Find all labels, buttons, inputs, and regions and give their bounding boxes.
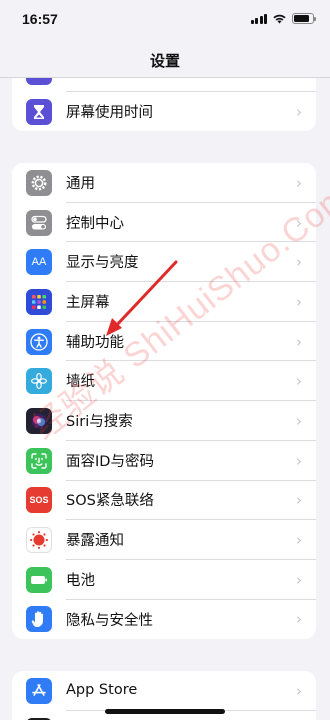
- settings-group-main: 通用 › 控制中心 › AA 显示与亮度 › 主屏幕 › 辅助功能 › 墙纸 ›…: [12, 163, 316, 640]
- settings-row-label: 墙纸: [66, 361, 316, 402]
- settings-row-exposure[interactable]: 暴露通知 ›: [12, 520, 316, 560]
- chevron-right-icon: ›: [296, 332, 302, 351]
- wifi-icon: [273, 14, 286, 24]
- chevron-right-icon: ›: [296, 173, 302, 192]
- chevron-right-icon: ›: [296, 213, 302, 232]
- status-icons: [250, 13, 316, 24]
- app-store-icon: [26, 677, 52, 704]
- settings-row-general[interactable]: 通用 ›: [12, 163, 316, 203]
- toggles-icon: [26, 209, 52, 236]
- settings-row-label: SOS紧急联络: [66, 481, 316, 521]
- settings-row-app-store[interactable]: App Store ›: [12, 671, 316, 711]
- battery-icon: [26, 566, 52, 593]
- settings-row-home-screen[interactable]: 主屏幕 ›: [12, 282, 316, 322]
- chevron-right-icon: ›: [296, 570, 302, 589]
- battery-status-icon: [292, 13, 316, 24]
- chevron-right-icon: ›: [296, 531, 302, 550]
- chevron-right-icon: ›: [296, 681, 302, 700]
- page-title: 设置: [149, 52, 180, 70]
- settings-row-face-id[interactable]: 面容ID与密码 ›: [12, 441, 316, 481]
- chevron-right-icon: ›: [296, 451, 302, 470]
- settings-row-label: 控制中心: [66, 203, 316, 243]
- chevron-right-icon: ›: [296, 253, 302, 272]
- settings-row-label: 主屏幕: [66, 282, 316, 322]
- nav-bar: 设置: [0, 40, 330, 78]
- chevron-right-icon: ›: [296, 372, 302, 391]
- status-time: 16:57: [22, 11, 58, 27]
- settings-row-label: 显示与亮度: [66, 242, 316, 283]
- chevron-right-icon: ›: [296, 610, 302, 629]
- settings-row-label: 通用: [66, 163, 316, 203]
- home-indicator: [105, 709, 225, 714]
- chevron-right-icon: ›: [296, 292, 302, 311]
- settings-row-battery[interactable]: 电池 ›: [12, 560, 316, 600]
- settings-row-label: 电池: [66, 560, 316, 600]
- accessibility-icon: [26, 328, 52, 355]
- settings-row-label: 面容ID与密码: [66, 441, 316, 481]
- settings-row-wallpaper[interactable]: 墙纸 ›: [12, 361, 316, 402]
- chevron-right-icon: ›: [296, 491, 302, 510]
- exposure-icon: [26, 527, 52, 554]
- settings-row-label: 暴露通知: [66, 520, 316, 560]
- settings-row-label: 辅助功能: [66, 322, 316, 362]
- settings-row-label: 隐私与安全性: [66, 612, 153, 629]
- signal-icon: [250, 13, 267, 24]
- face-id-icon: [26, 447, 52, 474]
- status-bar: 16:57: [0, 0, 330, 40]
- settings-row-accessibility[interactable]: 辅助功能 ›: [12, 322, 316, 362]
- display-icon: AA: [26, 249, 52, 276]
- settings-row-display[interactable]: AA 显示与亮度 ›: [12, 242, 316, 283]
- flower-icon: [26, 368, 52, 395]
- hand-icon: [26, 606, 52, 633]
- settings-row-siri[interactable]: Siri与搜索 ›: [12, 401, 316, 441]
- settings-row-label: Siri与搜索: [66, 401, 316, 441]
- settings-row-control-center[interactable]: 控制中心 ›: [12, 203, 316, 243]
- chevron-right-icon: ›: [296, 411, 302, 430]
- sos-icon: SOS: [26, 487, 52, 514]
- settings-row-sos[interactable]: SOS SOS紧急联络 ›: [12, 481, 316, 521]
- settings-row-label: App Store: [66, 671, 316, 711]
- hourglass-icon: [26, 98, 52, 125]
- settings-row-privacy[interactable]: 隐私与安全性 ›: [12, 600, 316, 640]
- settings-row-screen-time[interactable]: 屏幕使用时间 ›: [12, 92, 316, 132]
- settings-row-label: 屏幕使用时间: [66, 105, 153, 122]
- chevron-right-icon: ›: [296, 102, 302, 121]
- gear-icon: [26, 169, 52, 196]
- siri-icon: [26, 407, 52, 434]
- home-grid-icon: [26, 288, 52, 315]
